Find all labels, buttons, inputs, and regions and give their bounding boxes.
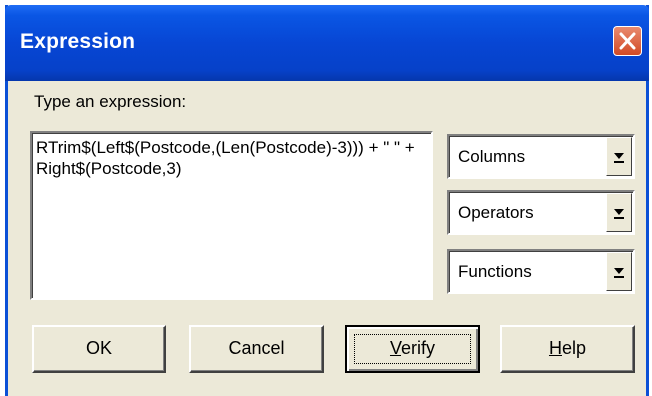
- columns-combo[interactable]: Columns: [447, 134, 635, 179]
- cancel-button-label: Cancel: [228, 338, 285, 358]
- help-label-rest: elp: [561, 338, 587, 358]
- dialog-title: Expression: [20, 30, 136, 53]
- help-mnemonic: H: [548, 338, 562, 358]
- dropdown-arrow-icon: [614, 268, 624, 278]
- columns-dropdown-button[interactable]: [606, 137, 632, 176]
- help-button[interactable]: Help: [500, 325, 635, 373]
- functions-combo[interactable]: Functions: [447, 249, 635, 294]
- close-icon: [619, 32, 636, 50]
- operators-combo-value: Operators: [458, 203, 534, 222]
- dropdown-arrow-icon: [614, 153, 624, 163]
- help-button-label: Help: [549, 338, 586, 358]
- verify-button[interactable]: Verify: [345, 325, 480, 373]
- dropdown-arrow-icon: [614, 209, 624, 219]
- functions-combo-value: Functions: [458, 262, 532, 281]
- operators-combo[interactable]: Operators: [447, 190, 635, 235]
- expression-label: Type an expression:: [34, 92, 187, 111]
- expression-textarea[interactable]: RTrim$(Left$(Postcode,(Len(Postcode)-3))…: [30, 131, 433, 300]
- cancel-button[interactable]: Cancel: [189, 325, 324, 373]
- close-button[interactable]: [613, 26, 642, 56]
- columns-combo-value: Columns: [458, 147, 526, 166]
- operators-dropdown-button[interactable]: [606, 193, 632, 232]
- focus-ring: [354, 334, 471, 364]
- ok-button-label: OK: [85, 338, 112, 358]
- title-bar[interactable]: Expression: [5, 5, 649, 81]
- ok-button[interactable]: OK: [32, 325, 166, 373]
- functions-dropdown-button[interactable]: [606, 252, 632, 291]
